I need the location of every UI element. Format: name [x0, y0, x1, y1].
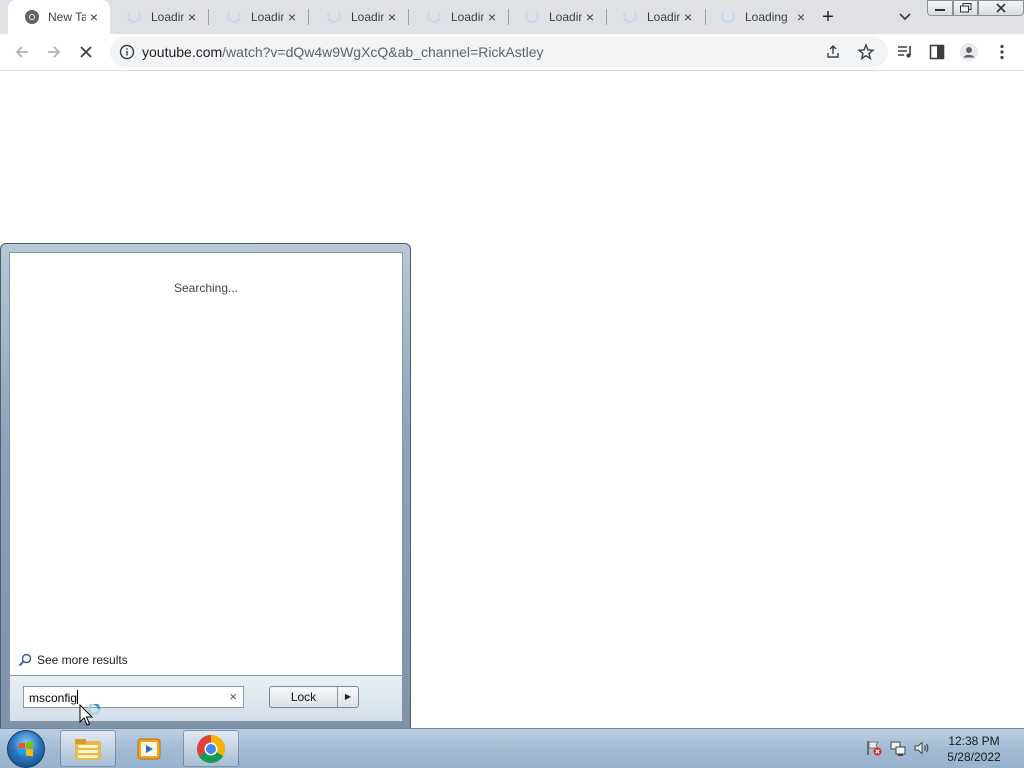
tab-search-chevron-icon[interactable] [895, 6, 915, 26]
tab-loading-1[interactable]: Loading × [111, 0, 208, 34]
shutdown-options-arrow-icon[interactable]: ▶ [338, 687, 358, 707]
profile-avatar-icon[interactable] [959, 42, 979, 62]
spinner-icon [327, 9, 343, 25]
restore-button[interactable] [953, 0, 978, 16]
site-info-icon[interactable] [119, 44, 135, 60]
search-results-pane: Searching... See more results [9, 252, 403, 676]
windows-logo-icon [19, 741, 33, 757]
network-icon[interactable] [889, 739, 907, 757]
tab-label: Loading [151, 10, 184, 24]
chrome-icon [197, 734, 225, 763]
close-icon [996, 3, 1006, 13]
back-arrow-icon[interactable] [12, 42, 32, 62]
tab-label: Loading [745, 10, 788, 24]
close-tab-icon[interactable]: × [582, 9, 598, 25]
tab-divider [408, 9, 409, 25]
start-search-input[interactable]: msconfig × [23, 686, 244, 708]
spinner-icon [525, 9, 541, 25]
tab-loading-4[interactable]: Loading × [411, 0, 508, 34]
close-tab-icon[interactable]: × [284, 9, 300, 25]
tab-label: Loading [251, 10, 284, 24]
stop-loading-icon[interactable] [76, 42, 96, 62]
taskbar-media-player-button[interactable] [121, 730, 177, 767]
see-more-results-label: See more results [37, 653, 128, 667]
tab-label: Loading [549, 10, 582, 24]
lock-button[interactable]: Lock ▶ [269, 686, 359, 708]
action-center-flag-icon[interactable] [865, 739, 883, 757]
tab-loading-7[interactable]: Loading × [705, 0, 809, 34]
tab-loading-2[interactable]: Loading × [211, 0, 308, 34]
close-tab-icon[interactable]: × [184, 9, 200, 25]
close-tab-icon[interactable]: × [384, 9, 400, 25]
tab-new-tab[interactable]: New Tab × [8, 0, 110, 34]
new-tab-button[interactable]: + [817, 4, 839, 30]
see-more-results-link[interactable]: See more results [18, 653, 128, 667]
tab-label: Loading [451, 10, 484, 24]
close-tab-icon[interactable]: × [484, 9, 500, 25]
close-tab-icon[interactable]: × [793, 9, 809, 25]
window-controls [927, 0, 1024, 18]
tab-divider [308, 9, 309, 25]
start-button[interactable] [7, 730, 45, 768]
volume-icon[interactable] [913, 739, 931, 757]
minimize-button[interactable] [927, 0, 953, 16]
tab-label: Loading [647, 10, 680, 24]
start-menu: Searching... See more results msconfig ×… [0, 243, 411, 729]
kebab-menu-icon[interactable] [992, 42, 1012, 62]
magnifier-icon [18, 653, 32, 667]
side-panel-icon[interactable] [927, 42, 947, 62]
spinner-icon [721, 9, 737, 25]
tab-loading-5[interactable]: Loading × [509, 0, 606, 34]
url-host: youtube.com [142, 44, 223, 60]
url-text: youtube.com/watch?v=dQw4w9WgXcQ&ab_chann… [142, 44, 544, 60]
spinner-icon [623, 9, 639, 25]
bookmark-star-icon[interactable] [857, 43, 875, 61]
media-control-icon[interactable] [895, 42, 915, 62]
media-player-icon [137, 738, 161, 759]
windows-explorer-icon [75, 738, 101, 760]
start-menu-footer: msconfig × Lock ▶ [9, 676, 403, 722]
spinner-icon [427, 9, 443, 25]
tab-loading-3[interactable]: Loading × [311, 0, 408, 34]
url-path: /watch?v=dQw4w9WgXcQ&ab_channel=RickAstl… [222, 44, 544, 60]
close-window-button[interactable] [978, 0, 1024, 16]
taskbar-chrome-button[interactable] [183, 730, 239, 767]
taskbar: 12:38 PM 5/28/2022 [0, 728, 1024, 768]
close-tab-icon[interactable]: × [680, 9, 696, 25]
close-tab-icon[interactable]: × [86, 9, 102, 25]
text-caret [77, 690, 79, 704]
share-icon[interactable] [825, 44, 841, 60]
tab-label: Loading [351, 10, 384, 24]
forward-arrow-icon[interactable] [44, 42, 64, 62]
browser-toolbar: youtube.com/watch?v=dQw4w9WgXcQ&ab_chann… [0, 34, 1024, 71]
address-bar[interactable]: youtube.com/watch?v=dQw4w9WgXcQ&ab_chann… [110, 37, 888, 67]
tab-loading-6[interactable]: Loading × [607, 0, 704, 34]
search-status-text: Searching... [173, 281, 239, 295]
taskbar-explorer-button[interactable] [60, 730, 116, 767]
chrome-icon [25, 10, 39, 24]
tab-label: New Tab [48, 10, 86, 24]
tab-divider [208, 9, 209, 25]
spinner-icon [127, 9, 143, 25]
tab-strip: New Tab × Loading × Loading × Loading × … [0, 0, 1024, 34]
minimize-icon [935, 9, 945, 11]
restore-icon [959, 3, 971, 13]
busy-cursor-icon [79, 704, 101, 726]
spinner-icon [227, 9, 243, 25]
clock-time: 12:38 PM [948, 734, 1000, 748]
lock-button-label[interactable]: Lock [270, 687, 338, 707]
taskbar-clock[interactable]: 12:38 PM 5/28/2022 [936, 733, 1012, 765]
clear-search-icon[interactable]: × [229, 689, 237, 704]
system-tray [865, 739, 931, 757]
search-input-value: msconfig [29, 691, 78, 705]
clock-date: 5/28/2022 [947, 750, 1001, 764]
